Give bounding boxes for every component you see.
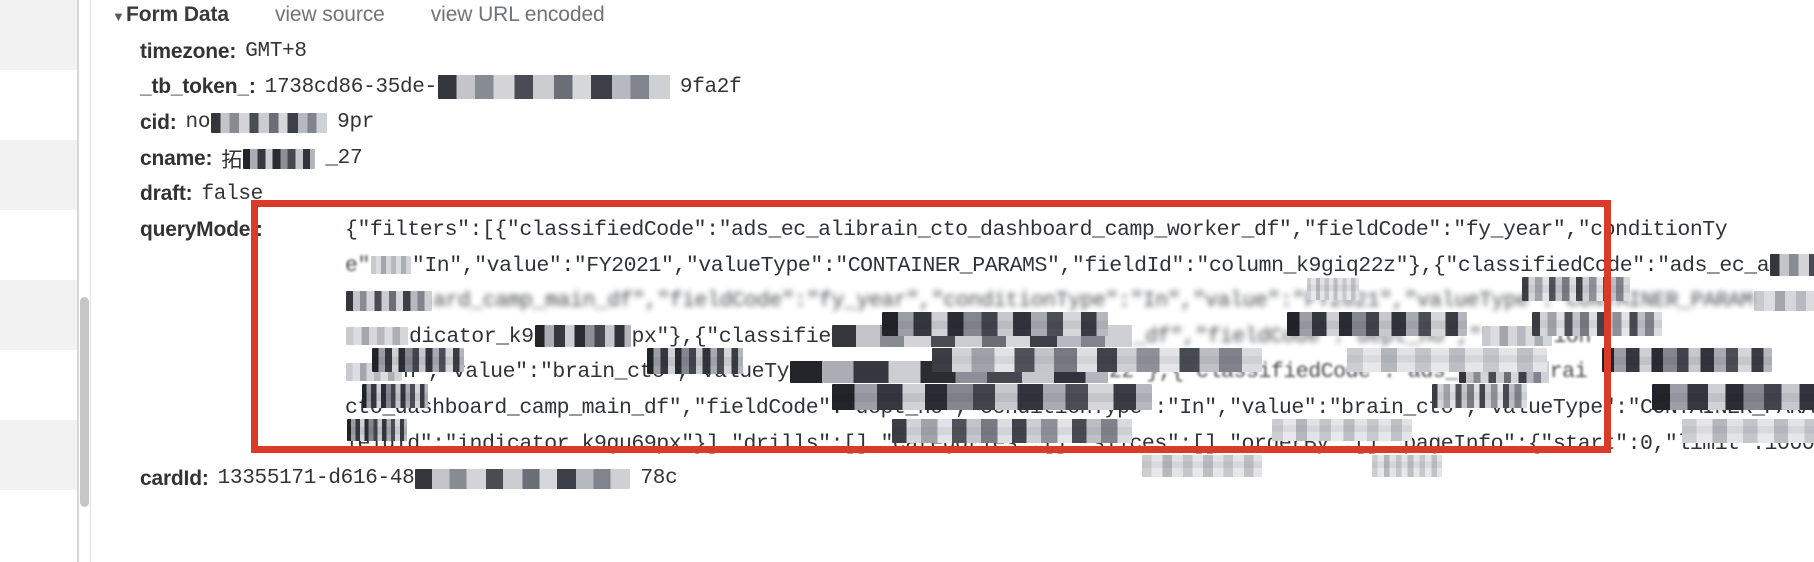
redaction-block — [415, 468, 631, 489]
json-text: _df","fieldCode":"dept_no"," — [1132, 324, 1482, 349]
field-value-suffix: 78c — [640, 467, 678, 491]
field-value: false — [201, 182, 263, 206]
json-text: 2z"},{"classifiedCode":"ads_ — [1109, 360, 1458, 385]
table-row[interactable]: timezone: GMT+8 — [92, 34, 1814, 70]
request-path: ourceRpc — [0, 250, 77, 280]
json-line: ieldId":"indicator_k9gu69px"}],"drills":… — [345, 431, 1814, 456]
request-path: ourceRpc — [0, 530, 77, 560]
request-name: son?_ap. — [0, 216, 77, 250]
redaction-block — [211, 112, 328, 133]
request-path: ourceRpc — [0, 460, 77, 490]
field-value-prefix: 13355171-d616-48 — [217, 467, 415, 491]
json-text: ion — [1553, 324, 1591, 349]
field-key: _tb_token_: — [140, 75, 256, 99]
redaction-block — [831, 325, 1132, 348]
redaction-block — [1458, 360, 1549, 383]
request-list-scrollbar[interactable] — [80, 297, 89, 507]
table-row[interactable]: cname: 拓 _27 — [92, 141, 1814, 177]
request-path: ourceRpc — [0, 180, 77, 210]
list-item[interactable]: son?_ap. ourceRpc — [0, 350, 77, 420]
table-row[interactable]: draft: false — [92, 176, 1814, 212]
field-key: cardId: — [140, 466, 209, 490]
list-item[interactable]: on?_api. ourceRpc — [0, 0, 77, 70]
list-item[interactable]: on?_api. ourceRpc — [0, 490, 77, 560]
json-line: {"filters":[{"classifiedCode":"ads_ec_al… — [345, 218, 1728, 242]
list-item[interactable]: son?_ap. ourceRpc — [0, 210, 77, 280]
json-text: dicator_k9 — [409, 324, 534, 349]
request-name: on?_api. — [0, 76, 77, 110]
request-path: ourceRpc — [0, 390, 77, 420]
pane-divider — [77, 0, 79, 562]
redaction-block — [1770, 253, 1814, 276]
field-value-prefix: no — [185, 111, 211, 135]
json-line: cto_dashboard_camp_main_df","fieldCode":… — [345, 395, 1814, 420]
field-value-suffix: 9pr — [337, 111, 375, 135]
chevron-down-icon[interactable]: ▼ — [112, 10, 126, 23]
request-name: on?_api. — [0, 6, 77, 40]
field-key: draft: — [140, 182, 193, 206]
list-item[interactable]: son?_ap. ourceRpc — [0, 280, 77, 350]
json-line: ard_camp_main_df","fieldCode":"fy_year",… — [345, 284, 1814, 320]
table-row[interactable]: cid: no 9pr — [92, 105, 1814, 141]
redaction-block — [346, 290, 432, 311]
field-key: queryModel: — [140, 217, 263, 241]
request-path: ourceRpc — [0, 110, 77, 140]
request-detail-pane: ▼ Form Data view source view URL encoded… — [92, 0, 1814, 562]
redaction-block — [346, 327, 408, 346]
request-name: son?_ap. — [0, 426, 77, 460]
json-text: px"},{"classifie — [631, 324, 832, 349]
section-title: Form Data — [126, 3, 229, 26]
list-item[interactable]: son?_ap. ourceRpc — [0, 420, 77, 490]
pane-divider-secondary — [90, 0, 91, 562]
redaction-block — [346, 362, 402, 381]
list-item[interactable]: on?_api. ourceRpc — [0, 70, 77, 140]
field-key: cid: — [140, 110, 177, 134]
field-value-prefix: 拓 — [221, 148, 243, 172]
json-text: n","value":"brain_cto","valueTy — [403, 360, 790, 385]
redacted-text: e" — [345, 253, 370, 278]
form-data-section-header: ▼ Form Data view source view URL encoded — [112, 0, 605, 30]
field-value-prefix: 1738cd86-35de- — [264, 75, 438, 99]
request-name: on?_api. — [0, 496, 77, 530]
json-text: "In","value":"FY2021","valueType":"CONTA… — [411, 253, 1770, 278]
redaction-block — [1753, 290, 1814, 311]
request-name: son?_ap. — [0, 286, 77, 320]
json-line: n","value":"brain_cto","valueTy 2z"},{"cl… — [345, 355, 1814, 391]
list-item[interactable]: son?_ap. ourceRpc — [0, 140, 77, 210]
redaction-block — [790, 360, 1109, 383]
field-value-suffix: _27 — [325, 147, 363, 171]
redaction-block — [437, 75, 670, 100]
request-name: son?_ap. — [0, 146, 77, 180]
redaction-block — [534, 325, 631, 348]
redaction-block — [243, 148, 316, 169]
field-key: cname: — [140, 146, 213, 170]
json-line: dicator_k9 px"},{"classifie _df","fieldCod… — [345, 320, 1814, 356]
json-line: e" "In","value":"FY2021","valueType":"CON… — [345, 249, 1814, 285]
request-name: son?_ap. — [0, 356, 77, 390]
field-value: GMT+8 — [245, 40, 307, 64]
field-key: timezone: — [140, 39, 237, 63]
query-model-value[interactable]: {"filters":[{"classifiedCode":"ads_ec_al… — [345, 213, 1814, 462]
json-text: rai — [1549, 360, 1588, 385]
devtools-network-form-data-panel: on?_api. ourceRpc on?_api. ourceRpc son?… — [0, 0, 1814, 562]
request-path: ourceRpc — [0, 40, 77, 70]
redaction-block — [1482, 326, 1553, 347]
network-request-list[interactable]: on?_api. ourceRpc on?_api. ourceRpc son?… — [0, 0, 77, 562]
view-source-link[interactable]: view source — [275, 3, 385, 27]
field-value-suffix: 9fa2f — [679, 75, 742, 99]
request-path: ourceRpc — [0, 320, 77, 350]
table-row[interactable]: cardId: 13355171-d616-48 78c — [92, 461, 1814, 497]
redaction-block — [370, 255, 411, 274]
table-row[interactable]: _tb_token_: 1738cd86-35de- 9fa2f — [92, 70, 1814, 106]
view-url-encoded-link[interactable]: view URL encoded — [431, 3, 605, 27]
json-text: ard_camp_main_df","fieldCode":"fy_year",… — [433, 289, 1753, 314]
